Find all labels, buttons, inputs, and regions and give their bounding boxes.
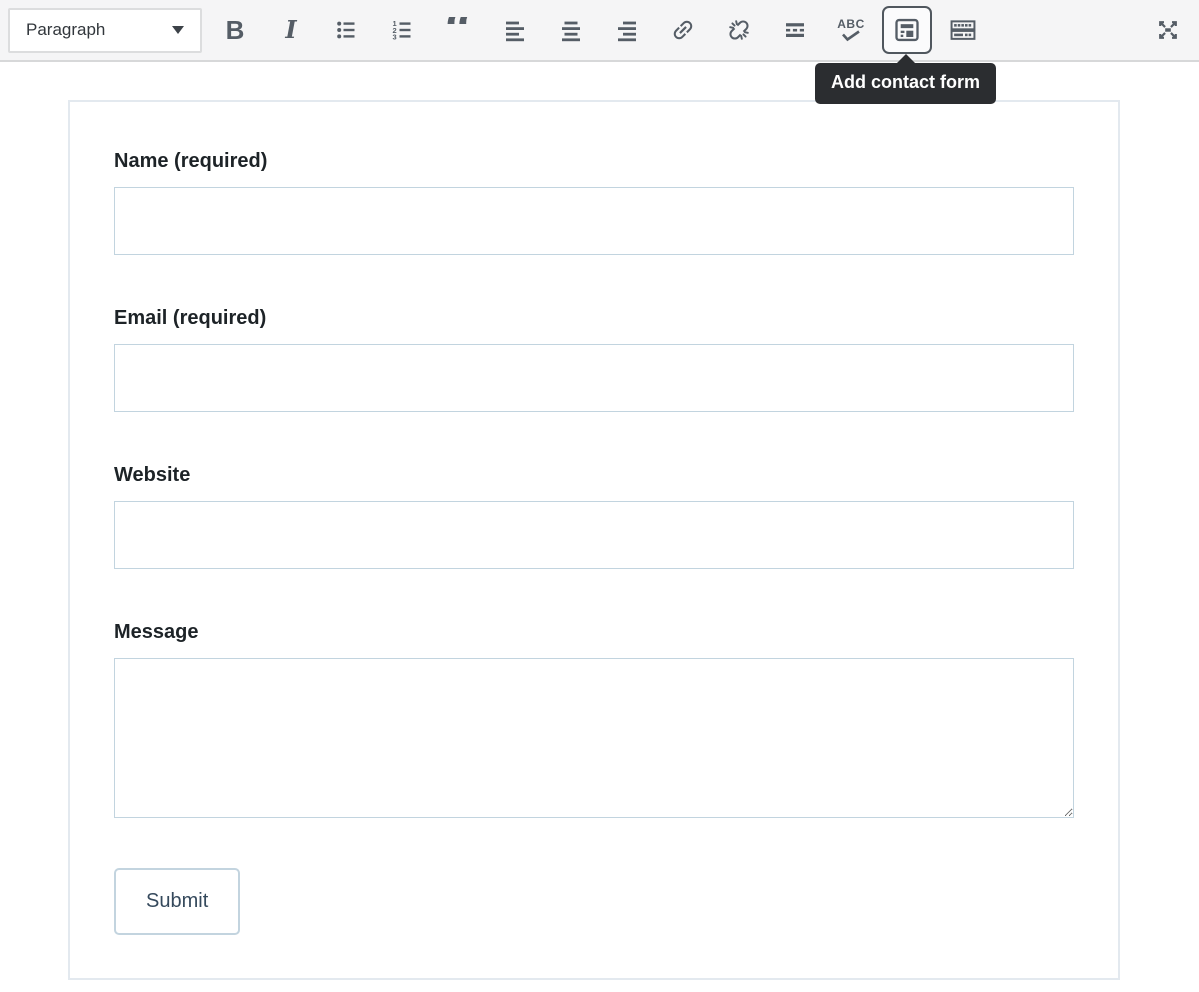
tooltip-text: Add contact form	[831, 72, 980, 92]
blockquote-icon: “	[444, 17, 474, 43]
email-field-label: Email (required)	[114, 305, 1074, 331]
italic-button[interactable]: I	[271, 10, 311, 50]
align-right-icon	[615, 18, 639, 42]
align-right-button[interactable]	[607, 10, 647, 50]
field-name: Name (required)	[114, 148, 1074, 305]
numbered-list-button[interactable]: 1 2 3	[383, 10, 423, 50]
link-icon	[670, 17, 696, 43]
bold-button[interactable]: B	[215, 10, 255, 50]
unlink-icon	[726, 17, 752, 43]
name-field-label: Name (required)	[114, 148, 1074, 174]
toolbar-button-group: B I 1 2 3 “	[215, 6, 983, 54]
italic-icon: I	[285, 18, 296, 42]
remove-link-button[interactable]	[719, 10, 759, 50]
bullet-list-button[interactable]	[327, 10, 367, 50]
spellcheck-button[interactable]: ABC	[831, 10, 871, 50]
align-left-icon	[503, 18, 527, 42]
numbered-list-icon: 1 2 3	[391, 18, 415, 42]
blockquote-button[interactable]: “	[439, 10, 479, 50]
paragraph-style-dropdown[interactable]: Paragraph	[8, 8, 202, 53]
spellcheck-icon: ABC	[837, 18, 865, 43]
svg-text:3: 3	[393, 33, 397, 42]
name-input[interactable]	[114, 187, 1074, 255]
submit-button[interactable]: Submit	[114, 868, 240, 935]
align-center-button[interactable]	[551, 10, 591, 50]
website-field-label: Website	[114, 462, 1074, 488]
add-contact-form-icon	[893, 16, 921, 44]
contact-form-preview: Name (required) Email (required) Website…	[68, 100, 1120, 980]
align-center-icon	[559, 18, 583, 42]
more-tag-button[interactable]	[775, 10, 815, 50]
toolbar-toggle-icon	[949, 16, 977, 44]
paragraph-style-value: Paragraph	[26, 20, 105, 40]
bullet-list-icon	[335, 18, 359, 42]
fullscreen-button[interactable]	[1148, 10, 1188, 50]
add-contact-form-tooltip: Add contact form	[815, 63, 996, 104]
bold-icon: B	[226, 17, 245, 43]
website-input[interactable]	[114, 501, 1074, 569]
message-field-label: Message	[114, 619, 1074, 645]
field-website: Website	[114, 462, 1074, 619]
editor-toolbar: Paragraph B I 1 2 3	[0, 0, 1199, 62]
insert-link-button[interactable]	[663, 10, 703, 50]
toolbar-toggle-button[interactable]	[943, 10, 983, 50]
chevron-down-icon	[172, 26, 184, 34]
more-tag-icon	[783, 18, 807, 42]
align-left-button[interactable]	[495, 10, 535, 50]
fullscreen-icon	[1155, 17, 1181, 43]
add-contact-form-button[interactable]	[882, 6, 932, 54]
field-message: Message	[114, 619, 1074, 818]
email-input[interactable]	[114, 344, 1074, 412]
message-textarea[interactable]	[114, 658, 1074, 818]
field-email: Email (required)	[114, 305, 1074, 462]
